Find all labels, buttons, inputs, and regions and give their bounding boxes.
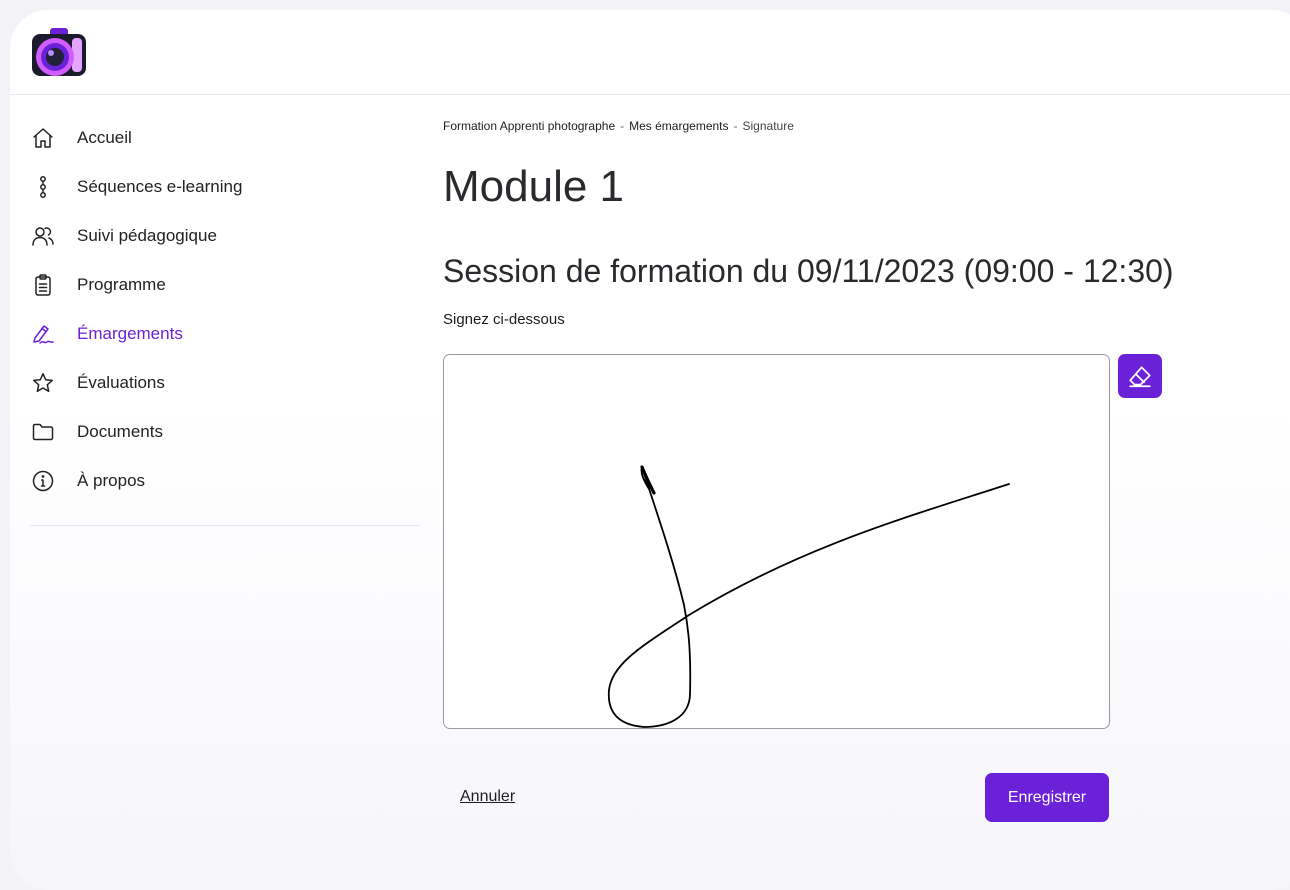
sidebar-divider (30, 525, 420, 526)
sidebar-item-label: À propos (77, 470, 146, 490)
signature-pen-icon (30, 321, 56, 347)
breadcrumb: Formation Apprenti photographe - Mes émarg… (443, 119, 794, 133)
sidebar-item-sequences[interactable]: Séquences e-learning (30, 162, 420, 211)
sidebar-item-label: Documents (77, 421, 163, 441)
top-bar (10, 10, 1290, 95)
signature-pad[interactable] (443, 354, 1110, 729)
info-icon (30, 468, 56, 494)
breadcrumb-separator: - (620, 119, 625, 133)
sidebar-item-label: Accueil (77, 127, 132, 147)
clear-signature-button[interactable] (1118, 354, 1162, 398)
breadcrumb-separator: - (733, 119, 738, 133)
sidebar-item-label: Émargements (77, 323, 183, 343)
session-title: Session de formation du 09/11/2023 (09:0… (443, 253, 1174, 289)
sidebar-item-label: Programme (77, 274, 166, 294)
signature-stroke (607, 465, 1010, 728)
eraser-icon (1129, 366, 1151, 388)
sidebar-item-emargements[interactable]: Émargements (30, 309, 420, 358)
sequence-icon (30, 174, 56, 200)
folder-icon (30, 419, 56, 445)
sidebar-item-suivi[interactable]: Suivi pédagogique (30, 211, 420, 260)
breadcrumb-item-emargements[interactable]: Mes émargements (629, 119, 728, 133)
clipboard-icon (30, 272, 56, 298)
sidebar-item-label: Séquences e-learning (77, 176, 243, 196)
save-button[interactable]: Enregistrer (985, 773, 1109, 822)
page-title: Module 1 (443, 162, 625, 211)
home-icon (30, 125, 56, 151)
breadcrumb-item-current: Signature (742, 119, 794, 133)
breadcrumb-item-formation[interactable]: Formation Apprenti photographe (443, 119, 615, 133)
sidebar-nav: Accueil Séquences e-learning Suivi pédag… (30, 113, 420, 505)
camera-logo-icon[interactable] (28, 24, 90, 82)
users-icon (30, 223, 56, 249)
cancel-link[interactable]: Annuler (460, 788, 515, 806)
star-icon (30, 370, 56, 396)
sidebar-item-label: Suivi pédagogique (77, 225, 217, 245)
sidebar-item-documents[interactable]: Documents (30, 407, 420, 456)
sidebar-item-apropos[interactable]: À propos (30, 456, 420, 505)
sidebar-item-evaluations[interactable]: Évaluations (30, 358, 420, 407)
sidebar-item-label: Évaluations (77, 372, 165, 392)
sign-label: Signez ci-dessous (443, 311, 565, 328)
sidebar-item-programme[interactable]: Programme (30, 260, 420, 309)
sidebar-item-accueil[interactable]: Accueil (30, 113, 420, 162)
